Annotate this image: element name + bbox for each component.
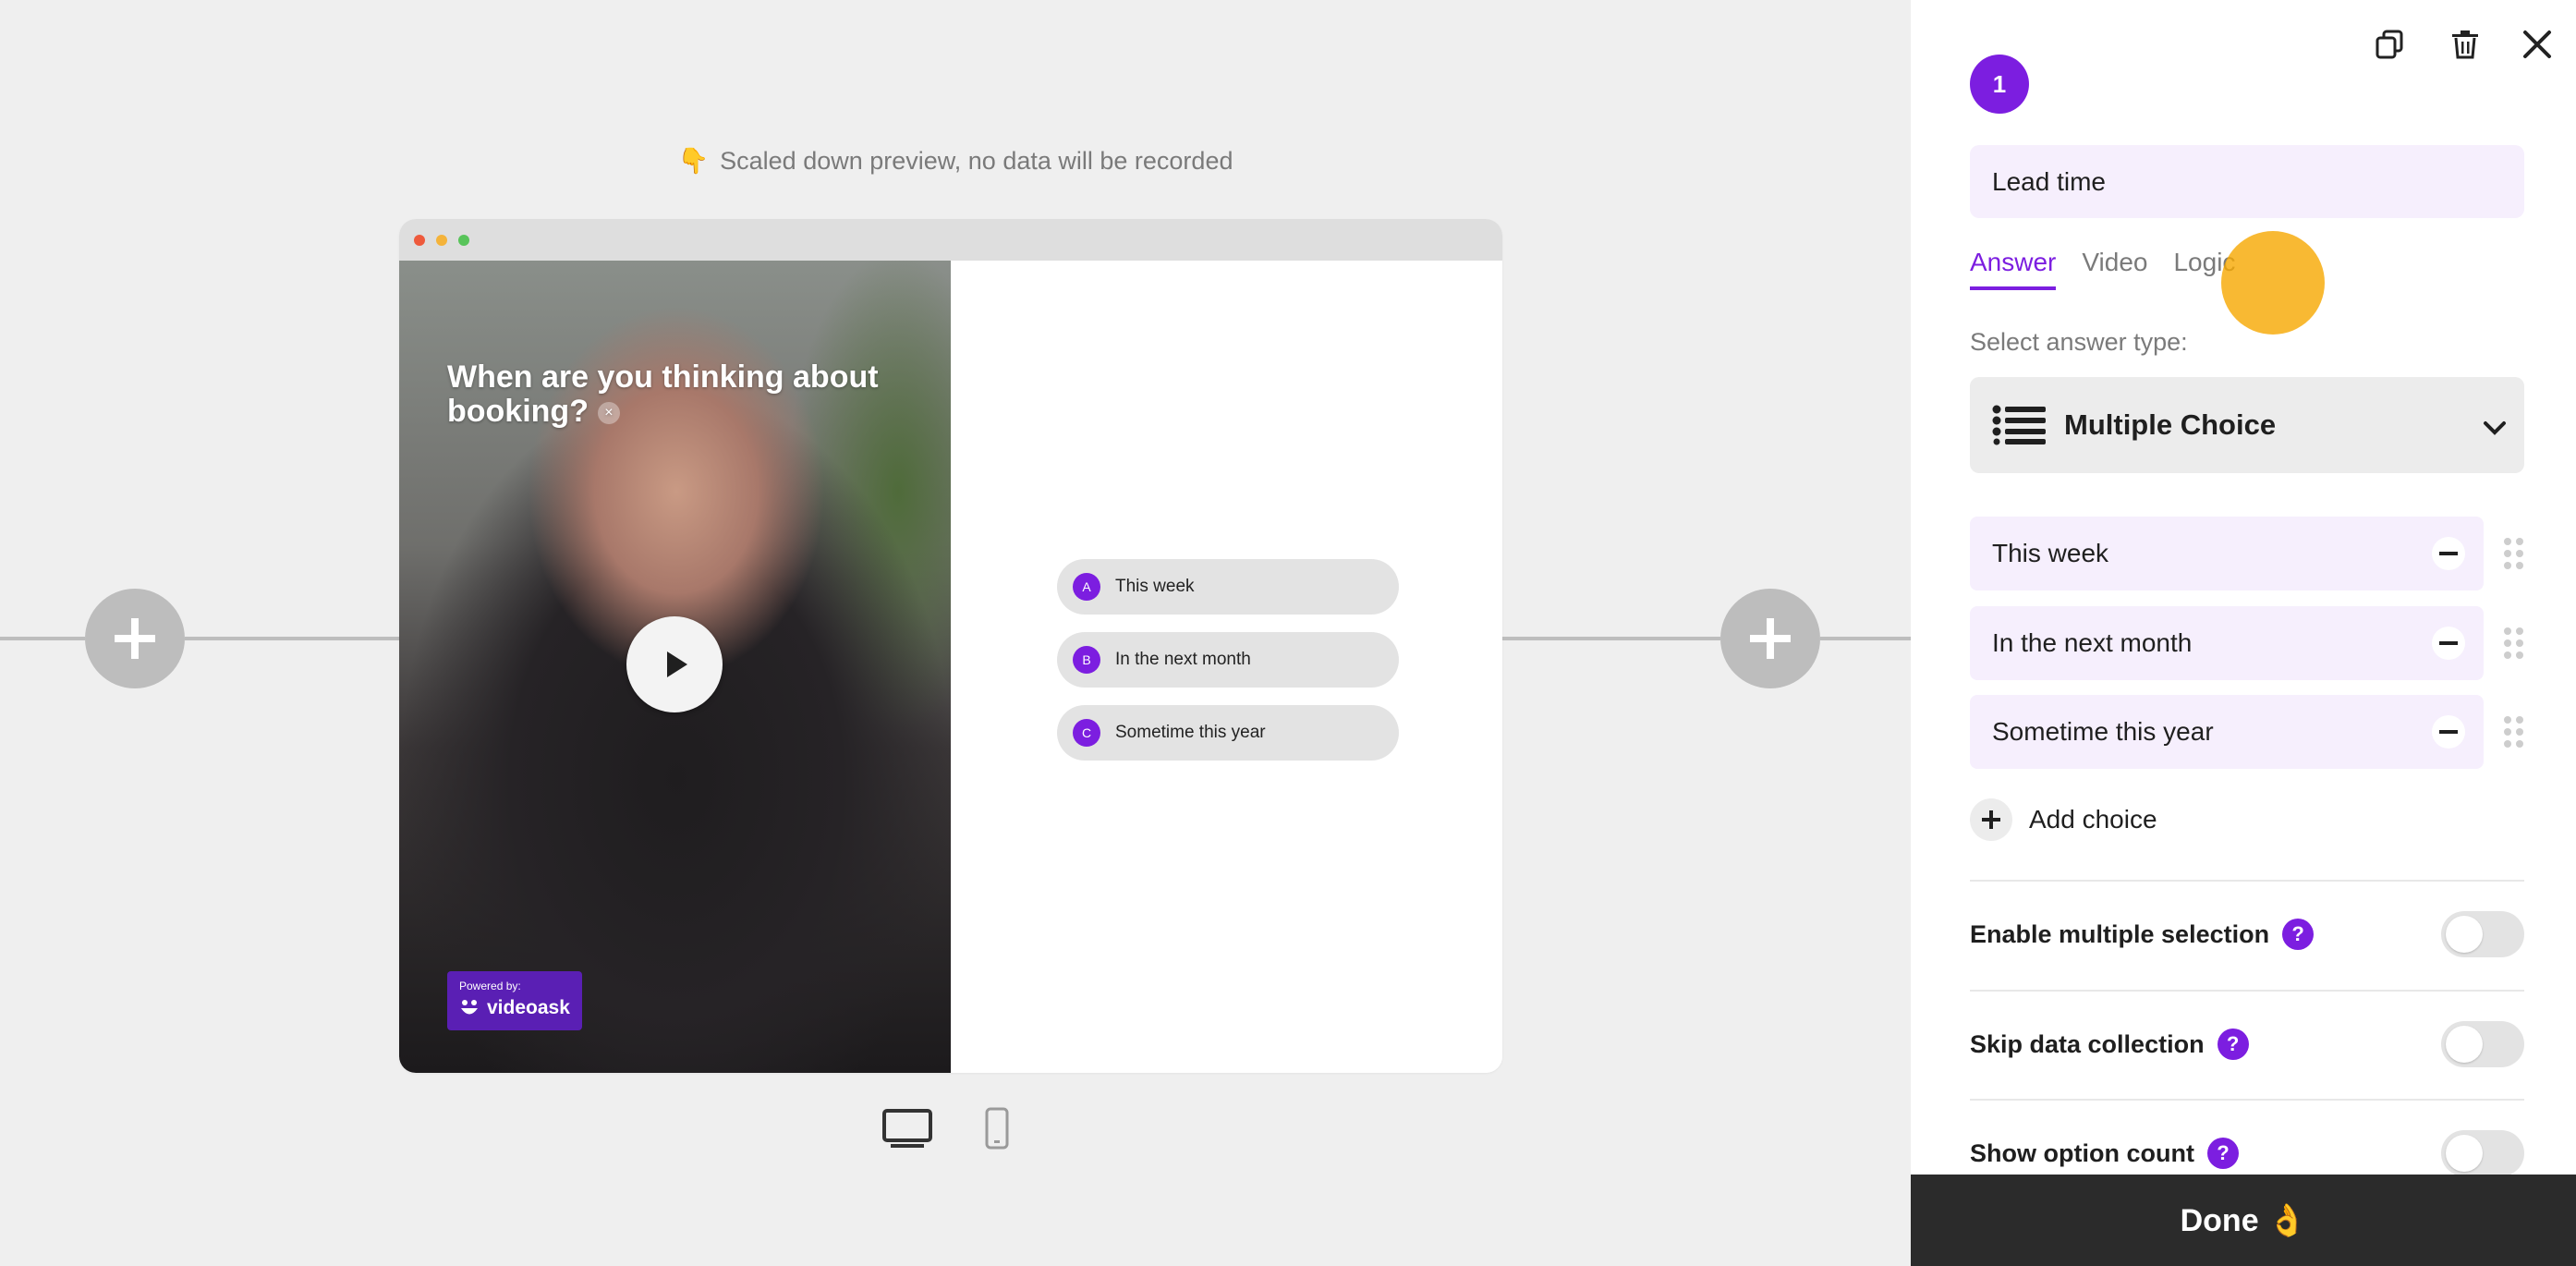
minus-icon (2439, 641, 2458, 645)
divider (1970, 880, 2524, 882)
powered-by-badge[interactable]: Powered by: videoask (447, 971, 582, 1030)
toggle-knob (2446, 916, 2483, 953)
question-title-input[interactable] (1970, 145, 2524, 218)
close-question-icon[interactable]: × (597, 402, 620, 425)
choice-letter: C (1073, 719, 1100, 747)
choices-preview-pane: A This week B In the next month C Someti… (951, 261, 1502, 1073)
answer-choice-label[interactable]: Sometime this year (1992, 717, 2432, 747)
divider (1970, 990, 2524, 992)
cursor-indicator (2221, 231, 2325, 335)
chevron-down-icon (2484, 421, 2506, 435)
plus-icon (1750, 618, 1791, 659)
trash-icon (2452, 30, 2478, 59)
setting-skip-data-collection: Skip data collection ? (1970, 1016, 2524, 1072)
brand-logo: videoask (459, 997, 570, 1019)
setting-multiple-selection: Enable multiple selection ? (1970, 907, 2524, 962)
preview-choice-c[interactable]: C Sometime this year (1057, 705, 1399, 761)
preview-note-text: Scaled down preview, no data will be rec… (720, 147, 1233, 175)
remove-choice-button[interactable] (2432, 715, 2465, 749)
video-question-text: When are you thinking about booking? (447, 359, 879, 429)
done-label: Done 👌 (2180, 1202, 2307, 1238)
copy-icon (2376, 30, 2403, 59)
duplicate-button[interactable] (2369, 24, 2410, 65)
video-question-title: When are you thinking about booking? × (447, 360, 928, 429)
show-option-count-toggle[interactable] (2441, 1130, 2524, 1176)
flow-connector-right (1502, 637, 1720, 640)
pointing-down-icon: 👇 (677, 147, 710, 175)
drag-handle-icon[interactable] (2502, 715, 2524, 749)
add-step-after-button[interactable] (1720, 589, 1820, 688)
add-step-before-button[interactable] (85, 589, 185, 688)
preview-choice-b[interactable]: B In the next month (1057, 632, 1399, 688)
setting-label: Enable multiple selection (1970, 919, 2270, 948)
video-pane: When are you thinking about booking? × Po… (399, 261, 951, 1073)
mobile-icon (985, 1107, 1009, 1150)
drag-handle-icon[interactable] (2502, 627, 2524, 660)
toggle-knob (2446, 1135, 2483, 1172)
remove-choice-button[interactable] (2432, 537, 2465, 570)
plus-icon (115, 618, 155, 659)
window-close-dot (414, 235, 425, 246)
preview-choice-a[interactable]: A This week (1057, 559, 1399, 615)
answer-type-select[interactable]: Multiple Choice (1970, 377, 2524, 473)
preview-browser-window: When are you thinking about booking? × Po… (399, 219, 1502, 1073)
window-minimize-dot (436, 235, 447, 246)
help-icon[interactable]: ? (2217, 1029, 2249, 1060)
choice-letter: A (1073, 573, 1100, 601)
play-button[interactable] (626, 616, 723, 712)
answer-choice-label[interactable]: This week (1992, 539, 2432, 568)
drag-handle-icon[interactable] (2502, 537, 2524, 570)
videoask-logo-icon (461, 1000, 478, 1015)
brand-name: videoask (487, 997, 570, 1018)
close-panel-button[interactable] (2517, 24, 2558, 65)
answer-choice-row[interactable]: Sometime this year (1970, 695, 2484, 769)
done-button[interactable]: Done 👌 (1911, 1175, 2576, 1266)
choice-label: This week (1115, 577, 1195, 596)
panel-tabs: Answer Video Logic (1970, 248, 2235, 290)
multiple-selection-toggle[interactable] (2441, 911, 2524, 957)
powered-by-label: Powered by: (459, 980, 521, 992)
add-choice-button[interactable]: Add choice (1970, 798, 2157, 841)
setting-label: Show option count (1970, 1138, 2194, 1167)
list-icon (1992, 405, 2046, 445)
answer-choice-label[interactable]: In the next month (1992, 628, 2432, 658)
delete-button[interactable] (2445, 24, 2485, 65)
choice-label: Sometime this year (1115, 723, 1266, 742)
preview-note: 👇 Scaled down preview, no data will be re… (0, 146, 1911, 176)
choice-label: In the next month (1115, 650, 1251, 669)
setting-label: Skip data collection (1970, 1029, 2205, 1058)
add-choice-label: Add choice (2029, 805, 2157, 834)
window-maximize-dot (458, 235, 469, 246)
minus-icon (2439, 730, 2458, 734)
flow-connector-right-outer (1820, 637, 1911, 640)
plus-icon (1970, 798, 2012, 841)
tab-video[interactable]: Video (2082, 248, 2147, 290)
skip-data-collection-toggle[interactable] (2441, 1021, 2524, 1067)
answer-type-value: Multiple Choice (2064, 408, 2277, 441)
help-icon[interactable]: ? (2282, 919, 2315, 950)
mobile-view-button[interactable] (981, 1107, 1013, 1156)
choice-letter: B (1073, 646, 1100, 674)
answer-choice-row[interactable]: In the next month (1970, 606, 2484, 680)
minus-icon (2439, 552, 2458, 555)
answer-type-label: Select answer type: (1970, 328, 2188, 356)
flow-connector-left (0, 637, 85, 640)
toggle-knob (2446, 1026, 2483, 1063)
tab-answer[interactable]: Answer (1970, 248, 2057, 290)
help-icon[interactable]: ? (2206, 1138, 2239, 1169)
desktop-icon (882, 1109, 932, 1148)
remove-choice-button[interactable] (2432, 627, 2465, 660)
setting-show-option-count: Show option count ? (1970, 1126, 2524, 1181)
browser-titlebar (399, 219, 1502, 261)
step-number-badge: 1 (1970, 55, 2029, 114)
divider (1970, 1099, 2524, 1101)
flow-connector-left-inner (185, 637, 399, 640)
close-icon (2523, 30, 2551, 58)
desktop-view-button[interactable] (881, 1107, 933, 1156)
answer-choice-row[interactable]: This week (1970, 517, 2484, 590)
play-icon (667, 651, 687, 677)
question-settings-panel: 1 Answer Video Logic Select answer type:… (1911, 0, 2576, 1266)
builder-canvas: 👇 Scaled down preview, no data will be re… (0, 0, 1911, 1266)
